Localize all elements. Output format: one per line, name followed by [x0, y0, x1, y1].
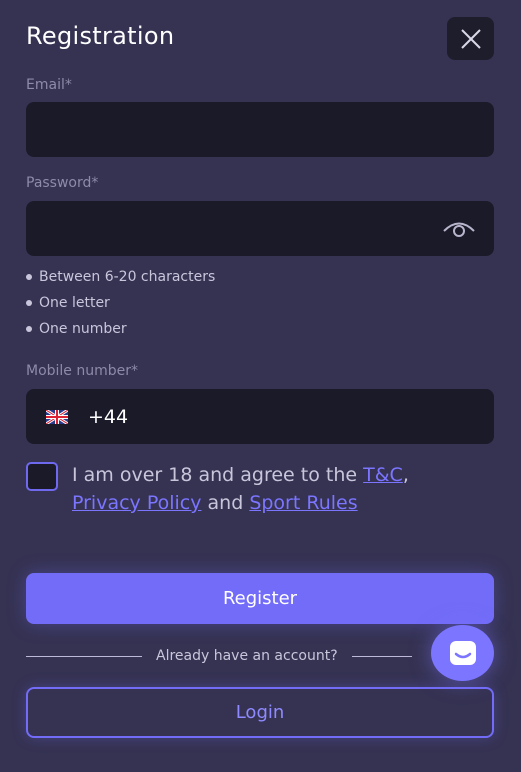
uk-flag-icon[interactable]: [46, 409, 68, 424]
mobile-label: Mobile number*: [26, 363, 139, 379]
email-field[interactable]: [26, 102, 494, 157]
password-rule: One number: [26, 316, 215, 342]
bullet-icon: [26, 300, 32, 306]
age-terms-checkbox[interactable]: [26, 462, 58, 491]
email-field-container: [26, 102, 494, 157]
divider-line: [351, 655, 412, 657]
password-field[interactable]: [26, 201, 494, 256]
password-label: Password*: [26, 175, 99, 191]
country-code[interactable]: +44: [88, 406, 128, 428]
divider-text: Already have an account?: [156, 648, 338, 664]
password-rule-text: One letter: [39, 295, 110, 311]
login-button[interactable]: Login: [26, 687, 494, 738]
agreement-text: I am over 18 and agree to the T&C, Priva…: [72, 461, 492, 517]
privacy-policy-link[interactable]: Privacy Policy: [72, 492, 201, 514]
close-button[interactable]: [447, 17, 494, 60]
eye-icon: [443, 222, 475, 237]
bullet-icon: [26, 326, 32, 332]
registration-page: Registration Email* Password* Between 6-…: [0, 0, 521, 772]
page-title: Registration: [26, 22, 175, 50]
sport-rules-link[interactable]: Sport Rules: [249, 492, 357, 514]
chat-icon: [449, 641, 476, 665]
password-rule: One letter: [26, 290, 215, 316]
agreement-comma: ,: [402, 464, 409, 486]
account-divider: Already have an account?: [26, 645, 494, 667]
close-icon: [460, 28, 481, 49]
divider-line: [26, 655, 142, 657]
bullet-icon: [26, 274, 32, 280]
password-rule-text: Between 6-20 characters: [39, 269, 216, 285]
agreement-and: and: [201, 492, 250, 514]
password-rule-text: One number: [39, 321, 127, 337]
register-button[interactable]: Register: [26, 573, 494, 624]
password-rule: Between 6-20 characters: [26, 264, 215, 290]
email-label: Email*: [26, 77, 72, 93]
agreement-text-part: I am over 18 and agree to the: [72, 464, 364, 486]
chat-button[interactable]: [431, 625, 494, 681]
mobile-field-container: +44: [26, 389, 494, 444]
password-field-container: [26, 201, 494, 256]
password-rules: Between 6-20 characters One letter One n…: [26, 264, 215, 342]
toggle-password-button[interactable]: [442, 217, 476, 241]
tc-link[interactable]: T&C: [363, 464, 403, 486]
